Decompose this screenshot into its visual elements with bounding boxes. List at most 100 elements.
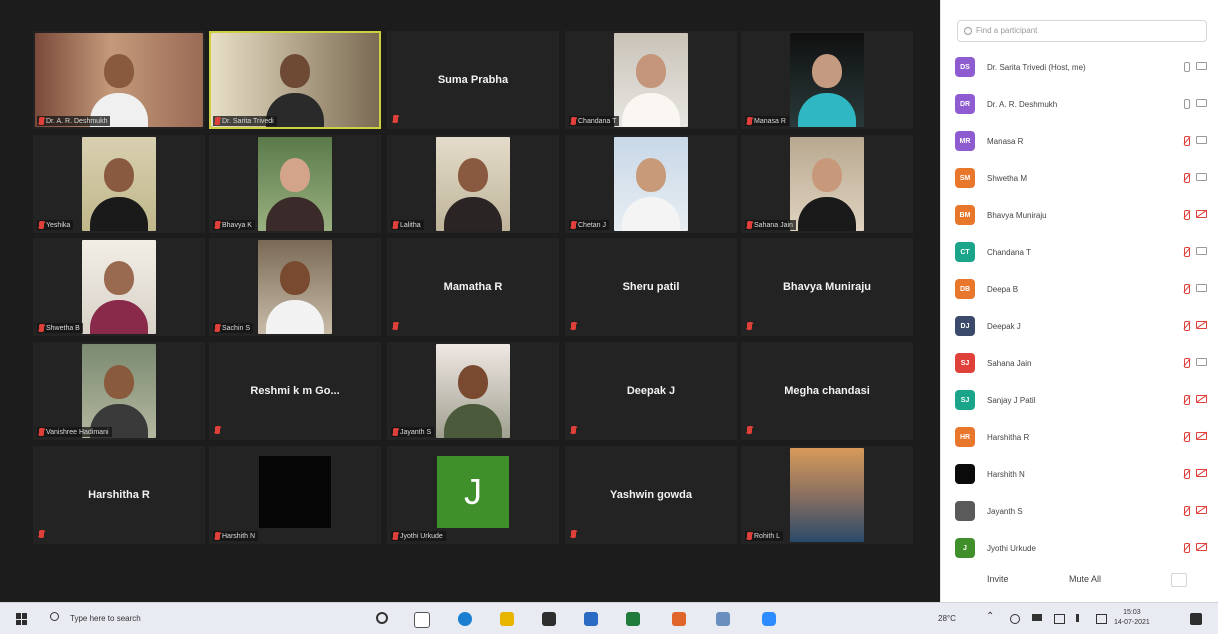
excel-icon[interactable] xyxy=(626,612,640,626)
office-app-icon[interactable] xyxy=(672,612,686,626)
system-clock[interactable]: 15:03 14-07-2021 xyxy=(1114,608,1150,628)
participant-tile[interactable]: Dr. A. R. Deshmukh xyxy=(33,31,205,129)
participant-tile[interactable]: Manasa R xyxy=(741,31,913,129)
mic-muted-icon[interactable] xyxy=(1184,543,1190,553)
notifications-icon[interactable] xyxy=(1190,613,1202,625)
windows-start-icon[interactable] xyxy=(16,613,28,625)
invite-button[interactable]: Invite xyxy=(987,574,1009,584)
camera-icon[interactable] xyxy=(1196,62,1207,70)
mic-muted-icon[interactable] xyxy=(1184,432,1190,442)
camera-icon[interactable] xyxy=(1196,173,1207,181)
participant-list-name: Chandana T xyxy=(987,247,1031,257)
participant-tile[interactable]: Shwetha B xyxy=(33,238,205,336)
mic-muted-icon[interactable] xyxy=(1184,173,1190,183)
mic-muted-icon[interactable] xyxy=(1184,358,1190,368)
camera-icon[interactable] xyxy=(1196,247,1207,255)
camera-off-icon[interactable] xyxy=(1196,432,1207,440)
task-view-icon[interactable] xyxy=(414,612,430,628)
mic-muted-icon[interactable] xyxy=(1184,136,1190,146)
participant-list-item[interactable]: BM Bhavya Muniraju xyxy=(955,200,1211,230)
participant-tile[interactable]: Yeshika xyxy=(33,135,205,233)
participant-list-item[interactable]: J Jyothi Urkude xyxy=(955,533,1211,563)
muted-mic-icon xyxy=(393,322,398,330)
mic-muted-icon[interactable] xyxy=(1184,506,1190,516)
participant-tile[interactable]: Sachin S xyxy=(209,238,381,336)
participant-list-item[interactable]: DJ Deepak J xyxy=(955,311,1211,341)
camera-icon[interactable] xyxy=(1196,358,1207,366)
store-icon[interactable] xyxy=(542,612,556,626)
file-explorer-icon[interactable] xyxy=(500,612,514,626)
participant-list-item[interactable]: Jayanth S xyxy=(955,496,1211,526)
mic-muted-icon[interactable] xyxy=(1184,247,1190,257)
participant-tile[interactable]: Sheru patil xyxy=(565,238,737,336)
participant-list-item[interactable]: Harshith N xyxy=(955,459,1211,489)
participant-tile[interactable]: Bhavya K xyxy=(209,135,381,233)
participant-list-item[interactable]: MR Manasa R xyxy=(955,126,1211,156)
volume-icon[interactable] xyxy=(1076,614,1088,622)
taskbar-search-icon[interactable] xyxy=(50,612,59,621)
edge-browser-icon[interactable] xyxy=(458,612,472,626)
onedrive-icon[interactable] xyxy=(1010,614,1020,624)
mic-icon[interactable] xyxy=(1184,62,1190,72)
participant-tile[interactable]: Reshmi k m Go... xyxy=(209,342,381,440)
participant-tile[interactable]: Dr. Sarita Trivedi xyxy=(209,31,381,129)
camera-off-icon[interactable] xyxy=(1196,543,1207,551)
participant-tile[interactable]: Bhavya Muniraju xyxy=(741,238,913,336)
participant-tile[interactable]: Deepak J xyxy=(565,342,737,440)
tray-chevron-up-icon[interactable]: ⌃ xyxy=(986,611,994,622)
participant-tile[interactable]: Vanishree Hadimani xyxy=(33,342,205,440)
participant-tile[interactable]: Chandana T xyxy=(565,31,737,129)
camera-off-icon[interactable] xyxy=(1196,395,1207,403)
snipping-tool-icon[interactable] xyxy=(716,612,730,626)
camera-off-icon[interactable] xyxy=(1196,469,1207,477)
participant-tile[interactable]: Mamatha R xyxy=(387,238,559,336)
participant-list-item[interactable]: CT Chandana T xyxy=(955,237,1211,267)
participant-tile[interactable]: J Jyothi Urkude xyxy=(387,446,559,544)
mic-muted-icon[interactable] xyxy=(1184,469,1190,479)
participant-name: Reshmi k m Go... xyxy=(250,385,340,397)
mic-muted-icon[interactable] xyxy=(1184,395,1190,405)
participant-tile[interactable]: Harshitha R xyxy=(33,446,205,544)
camera-icon[interactable] xyxy=(1196,99,1207,107)
participant-tile[interactable]: Lalitha xyxy=(387,135,559,233)
taskbar-search-field[interactable]: Type here to search xyxy=(70,614,141,623)
mic-muted-icon[interactable] xyxy=(1184,321,1190,331)
camera-off-icon[interactable] xyxy=(1196,210,1207,218)
zoom-app-icon[interactable] xyxy=(762,612,776,626)
participant-list-item[interactable]: DS Dr. Sarita Trivedi (Host, me) xyxy=(955,52,1211,82)
participant-tile[interactable]: Yashwin gowda xyxy=(565,446,737,544)
mic-muted-icon[interactable] xyxy=(1184,284,1190,294)
participant-name-label: Yeshika xyxy=(37,220,74,230)
participant-list-item[interactable]: HR Harshitha R xyxy=(955,422,1211,452)
participant-list-item[interactable]: DR Dr. A. R. Deshmukh xyxy=(955,89,1211,119)
mail-icon[interactable] xyxy=(584,612,598,626)
participant-list-item[interactable]: DB Deepa B xyxy=(955,274,1211,304)
mic-muted-icon[interactable] xyxy=(1184,210,1190,220)
network-icon[interactable] xyxy=(1032,614,1042,621)
participant-tile[interactable]: Harshith N xyxy=(209,446,381,544)
participant-list-item[interactable]: SJ Sahana Jain xyxy=(955,348,1211,378)
clock-time: 15:03 xyxy=(1123,609,1141,616)
participant-list-item[interactable]: SM Shwetha M xyxy=(955,163,1211,193)
participant-search-input[interactable]: Find a participant xyxy=(957,20,1207,42)
cortana-icon[interactable] xyxy=(376,612,388,624)
language-icon[interactable] xyxy=(1096,614,1107,624)
camera-icon[interactable] xyxy=(1196,284,1207,292)
participant-tile[interactable]: Megha chandasi xyxy=(741,342,913,440)
camera-icon[interactable] xyxy=(1196,136,1207,144)
participant-tile[interactable]: Sahana Jain xyxy=(741,135,913,233)
participant-list-item[interactable]: SJ Sanjay J Patil xyxy=(955,385,1211,415)
participant-tile[interactable]: Chetan J xyxy=(565,135,737,233)
participant-tile[interactable]: Rohith L xyxy=(741,446,913,544)
weather-temperature[interactable]: 28°C xyxy=(938,614,956,623)
battery-icon[interactable] xyxy=(1054,614,1065,624)
camera-off-icon[interactable] xyxy=(1196,321,1207,329)
mic-icon[interactable] xyxy=(1184,99,1190,109)
participant-video xyxy=(35,33,203,127)
participant-tile[interactable]: Suma Prabha xyxy=(387,31,559,129)
camera-off-icon[interactable] xyxy=(1196,506,1207,514)
mute-all-button[interactable]: Mute All xyxy=(1069,574,1101,584)
participant-tile[interactable]: Jayanth S xyxy=(387,342,559,440)
windows-taskbar: Type here to search 28°C ⌃ 15:03 14-07-2… xyxy=(0,602,1218,634)
more-options-button[interactable] xyxy=(1171,573,1187,587)
